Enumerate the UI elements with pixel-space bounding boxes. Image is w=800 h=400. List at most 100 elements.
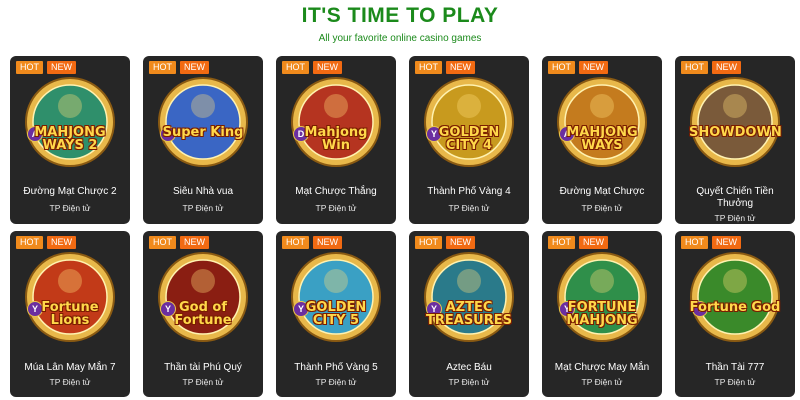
badge-group: HOT NEW xyxy=(149,61,209,74)
game-provider: TP Điện tử xyxy=(315,377,357,387)
fortune-god-icon xyxy=(690,252,780,342)
game-thumbnail[interactable]: A MAHJONG WAYS 2 xyxy=(24,76,116,168)
new-badge: NEW xyxy=(579,236,608,249)
god-of-fortune-icon xyxy=(158,252,248,342)
badge-group: HOT NEW xyxy=(16,236,76,249)
game-card-4[interactable]: HOT NEW Y GOLDEN CITY 4 Thành Phố Vàng 4… xyxy=(409,56,529,224)
game-name[interactable]: Đường Mạt Chược 2 xyxy=(14,186,126,198)
mahjong-ways-icon xyxy=(557,77,647,167)
aztec-treasures-icon xyxy=(424,252,514,342)
badge-group: HOT NEW xyxy=(16,61,76,74)
game-name[interactable]: Thành Phố Vàng 5 xyxy=(280,362,392,374)
golden-city-4-icon xyxy=(424,77,514,167)
new-badge: NEW xyxy=(180,61,209,74)
game-thumbnail[interactable]: Y God of Fortune xyxy=(157,251,249,343)
game-card-7[interactable]: HOT NEW Y Fortune Lions Múa Lân May Mắn … xyxy=(10,231,130,397)
badge-group: HOT NEW xyxy=(681,61,741,74)
game-thumbnail[interactable]: T Super King xyxy=(157,76,249,168)
game-name[interactable]: Siêu Nhà vua xyxy=(147,186,259,198)
super-king-icon xyxy=(158,77,248,167)
hot-badge: HOT xyxy=(415,61,442,74)
new-badge: NEW xyxy=(712,236,741,249)
new-badge: NEW xyxy=(446,236,475,249)
game-grid: HOT NEW A MAHJONG WAYS 2 Đường Mạt Chược… xyxy=(10,56,795,397)
new-badge: NEW xyxy=(313,61,342,74)
badge-group: HOT NEW xyxy=(548,236,608,249)
page-subtitle: All your favorite online casino games xyxy=(318,33,482,44)
game-name[interactable]: Aztec Báu xyxy=(413,362,525,374)
badge-group: HOT NEW xyxy=(282,236,342,249)
mahjong-win-icon xyxy=(291,77,381,167)
mahjong-ways-2-icon xyxy=(25,77,115,167)
game-name[interactable]: Mạt Chược Thắng xyxy=(280,186,392,198)
hot-badge: HOT xyxy=(681,61,708,74)
game-logo-text: GOLDEN CITY 5 xyxy=(305,300,367,328)
game-provider: TP Điện tử xyxy=(714,213,756,223)
hot-badge: HOT xyxy=(548,236,575,249)
new-badge: NEW xyxy=(579,61,608,74)
game-provider: TP Điện tử xyxy=(49,377,91,387)
game-logo-text: GOLDEN CITY 4 xyxy=(438,125,500,153)
bounty-showdown-icon xyxy=(690,77,780,167)
hot-badge: HOT xyxy=(415,236,442,249)
new-badge: NEW xyxy=(47,236,76,249)
game-card-10[interactable]: HOT NEW Y AZTEC TREASURES Aztec Báu TP Đ… xyxy=(409,231,529,397)
game-provider: TP Điện tử xyxy=(448,377,490,387)
game-provider: TP Điện tử xyxy=(714,377,756,387)
new-badge: NEW xyxy=(446,61,475,74)
game-name[interactable]: Múa Lân May Mắn 7 xyxy=(14,362,126,374)
badge-group: HOT NEW xyxy=(282,61,342,74)
game-provider: TP Điện tử xyxy=(448,203,490,213)
badge-group: HOT NEW xyxy=(681,236,741,249)
game-card-2[interactable]: HOT NEW T Super King Siêu Nhà vua TP Điệ… xyxy=(143,56,263,224)
game-thumbnail[interactable]: Y AZTEC TREASURES xyxy=(423,251,515,343)
badge-group: HOT NEW xyxy=(415,236,475,249)
game-logo-text: Super King xyxy=(162,125,244,140)
badge-group: HOT NEW xyxy=(415,61,475,74)
game-name[interactable]: Quyết Chiến Tiền Thưởng xyxy=(679,186,791,210)
game-thumbnail[interactable]: A MAHJONG WAYS xyxy=(556,76,648,168)
game-card-12[interactable]: HOT NEW Y Fortune God Thần Tài 777 TP Đi… xyxy=(675,231,795,397)
game-name[interactable]: Thành Phố Vàng 4 xyxy=(413,186,525,198)
game-provider: TP Điện tử xyxy=(49,203,91,213)
game-logo-text: Mahjong Win xyxy=(304,125,368,153)
game-name[interactable]: Mạt Chược May Mắn xyxy=(546,362,658,374)
hot-badge: HOT xyxy=(548,61,575,74)
fortune-mahjong-icon xyxy=(557,252,647,342)
badge-group: HOT NEW xyxy=(149,236,209,249)
game-card-11[interactable]: HOT NEW Y FORTUNE MAHJONG Mạt Chược May … xyxy=(542,231,662,397)
hot-badge: HOT xyxy=(282,236,309,249)
game-provider: TP Điện tử xyxy=(315,203,357,213)
game-card-1[interactable]: HOT NEW A MAHJONG WAYS 2 Đường Mạt Chược… xyxy=(10,56,130,224)
game-thumbnail[interactable]: D Mahjong Win xyxy=(290,76,382,168)
game-thumbnail[interactable]: Y GOLDEN CITY 5 xyxy=(290,251,382,343)
game-provider: TP Điện tử xyxy=(182,203,224,213)
game-card-9[interactable]: HOT NEW Y GOLDEN CITY 5 Thành Phố Vàng 5… xyxy=(276,231,396,397)
game-provider: TP Điện tử xyxy=(581,203,623,213)
game-thumbnail[interactable]: Y FORTUNE MAHJONG xyxy=(556,251,648,343)
new-badge: NEW xyxy=(47,61,76,74)
hot-badge: HOT xyxy=(681,236,708,249)
game-card-8[interactable]: HOT NEW Y God of Fortune Thần tài Phú Qu… xyxy=(143,231,263,397)
game-card-5[interactable]: HOT NEW A MAHJONG WAYS Đường Mạt Chược T… xyxy=(542,56,662,224)
game-thumbnail[interactable]: Y Fortune God xyxy=(689,251,781,343)
game-name[interactable]: Thần Tài 777 xyxy=(679,362,791,374)
hot-badge: HOT xyxy=(282,61,309,74)
game-logo-text: SHOWDOWN xyxy=(689,125,782,140)
game-thumbnail[interactable]: Y GOLDEN CITY 4 xyxy=(423,76,515,168)
page-title: IT'S TIME TO PLAY xyxy=(301,4,499,27)
badge-group: HOT NEW xyxy=(548,61,608,74)
game-name[interactable]: Thần tài Phú Quý xyxy=(147,362,259,374)
game-logo-text: Fortune Lions xyxy=(41,300,99,328)
game-logo-text: God of Fortune xyxy=(174,300,232,328)
game-card-3[interactable]: HOT NEW D Mahjong Win Mạt Chược Thắng TP… xyxy=(276,56,396,224)
game-thumbnail[interactable]: Y Fortune Lions xyxy=(24,251,116,343)
new-badge: NEW xyxy=(180,236,209,249)
game-logo-text: Fortune God xyxy=(689,300,781,315)
game-provider: TP Điện tử xyxy=(581,377,623,387)
game-name[interactable]: Đường Mạt Chược xyxy=(546,186,658,198)
hot-badge: HOT xyxy=(149,236,176,249)
game-card-6[interactable]: HOT NEW SHOWDOWN Quyết Chiến Tiền Thưởng… xyxy=(675,56,795,224)
game-logo-text: AZTEC TREASURES xyxy=(426,300,512,328)
game-thumbnail[interactable]: SHOWDOWN xyxy=(689,76,782,168)
